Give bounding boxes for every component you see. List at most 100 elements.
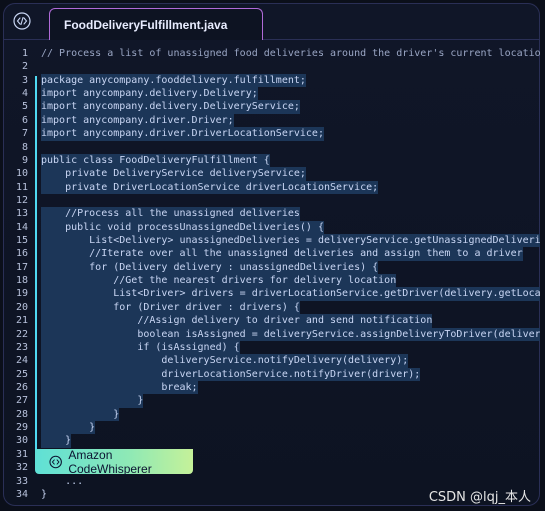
editor-window: FoodDeliveryFulfillment.java 1 // Process… — [3, 3, 540, 506]
code-text: //Process all the unassigned deliveries — [41, 207, 300, 221]
code-line: 2 — [3, 60, 540, 73]
code-line: 8 — [3, 141, 540, 154]
code-line: 9 public class FoodDeliveryFulfillment { — [3, 153, 540, 168]
code-text: } — [41, 434, 72, 448]
code-line: 10 private DeliveryService deliveryServi… — [3, 167, 540, 181]
line-number: 14 — [15, 221, 28, 233]
line-number: 34 — [15, 488, 28, 500]
code-text: // Process a list of unassigned food del… — [41, 48, 540, 59]
line-number: 6 — [21, 114, 28, 126]
line-number: 5 — [21, 101, 28, 113]
line-number: 29 — [15, 422, 28, 434]
code-text: deliveryService.notifyDelivery(delivery)… — [41, 354, 409, 368]
code-line: 15 List<Delivery> unassignedDeliveries =… — [3, 234, 540, 248]
code-line: 7 import anycompany.driver.DriverLocation… — [3, 127, 540, 141]
codewhisperer-label: Amazon CodeWhisperer — [68, 447, 152, 476]
code-text: List<Delivery> unassignedDeliveries = de… — [41, 234, 540, 248]
code-editor[interactable]: 1 // Process a list of unassigned food de… — [3, 47, 540, 501]
code-text: } — [41, 394, 144, 408]
code-text: for (Delivery delivery : unassignedDeliv… — [41, 260, 379, 275]
line-number: 24 — [15, 355, 28, 367]
line-number: 20 — [15, 301, 28, 313]
line-number: 19 — [15, 288, 28, 300]
line-number: 26 — [15, 381, 28, 393]
code-line: 27 } — [3, 394, 540, 408]
watermark-text: CSDN @lqj_本人 — [428, 490, 531, 505]
codewhisperer-icon — [49, 455, 62, 468]
code-line: 24 deliveryService.notifyDelivery(delive… — [3, 354, 540, 368]
code-text: import anycompany.driver.DriverLocationS… — [41, 127, 324, 141]
line-number: 27 — [15, 395, 28, 407]
code-line: 16 //Iterate over all the unassigned del… — [3, 247, 540, 261]
line-number: 15 — [15, 235, 28, 247]
code-bracket-icon[interactable] — [13, 12, 31, 30]
code-text: package anycompany.fooddelivery.fulfillm… — [41, 73, 306, 88]
line-number: 18 — [15, 275, 28, 287]
line-number: 17 — [15, 261, 28, 273]
code-text: import anycompany.delivery.DeliveryServi… — [41, 100, 300, 114]
line-number: 30 — [15, 435, 28, 447]
code-line: 29 } — [3, 421, 540, 435]
line-number: 9 — [21, 154, 28, 166]
code-text: } — [41, 421, 96, 435]
code-text: } — [41, 407, 120, 422]
code-line: 6 import anycompany.driver.Driver; — [3, 113, 540, 128]
code-text: if (isAssigned) { — [41, 340, 240, 355]
codewhisperer-badge[interactable]: Amazon CodeWhisperer — [35, 447, 193, 476]
code-line: 14 public void processUnassignedDeliveri… — [3, 220, 540, 235]
line-number: 2 — [21, 61, 28, 73]
code-text: public class FoodDeliveryFulfillment { — [41, 153, 270, 168]
code-line: 18 //Get the nearest drivers for deliver… — [3, 274, 540, 288]
line-number: 1 — [21, 48, 28, 59]
line-number: 12 — [15, 194, 28, 206]
code-text: List<Driver> drivers = driverLocationSer… — [41, 287, 540, 301]
code-line: 12 — [3, 194, 540, 207]
line-number: 16 — [15, 248, 28, 260]
line-number: 22 — [15, 328, 28, 340]
line-number: 7 — [21, 128, 28, 140]
code-text: private DriverLocationService driverLoca… — [41, 180, 379, 194]
code-line: 17 for (Delivery delivery : unassignedDe… — [3, 260, 540, 275]
code-line: 30 } — [3, 434, 540, 448]
code-text: private DeliveryService deliveryService; — [41, 167, 306, 181]
code-text: //Get the nearest drivers for delivery l… — [41, 274, 397, 288]
line-number: 23 — [15, 341, 28, 353]
code-line: 1 // Process a list of unassigned food de… — [3, 47, 540, 60]
code-line: 22 boolean isAssigned = deliveryService.… — [3, 327, 540, 341]
code-line: 21 //Assign delivery to driver and send … — [3, 314, 540, 328]
line-number: 33 — [15, 475, 28, 487]
line-number: 11 — [15, 181, 28, 193]
line-number: 28 — [15, 408, 28, 420]
code-text: ... — [41, 475, 84, 487]
tab-bar: FoodDeliveryFulfillment.java — [3, 3, 540, 40]
code-line: 11 private DriverLocationService driverL… — [3, 180, 540, 194]
code-text: public void processUnassignedDeliveries(… — [41, 220, 324, 235]
line-number: 4 — [21, 88, 28, 100]
code-text: } — [41, 488, 48, 500]
code-text: break; — [41, 380, 198, 395]
code-line: 28 } — [3, 407, 540, 422]
code-line: 23 if (isAssigned) { — [3, 340, 540, 355]
code-text: //Iterate over all the unassigned delive… — [41, 247, 523, 261]
code-text: import anycompany.driver.Driver; — [41, 113, 234, 128]
line-number: 25 — [15, 368, 28, 380]
code-line: 26 break; — [3, 380, 540, 395]
code-text: boolean isAssigned = deliveryService.ass… — [41, 327, 540, 341]
tab-filename: FoodDeliveryFulfillment.java — [64, 17, 228, 32]
line-number: 8 — [21, 141, 28, 153]
code-line: 13 //Process all the unassigned deliveri… — [3, 207, 540, 221]
code-line: 4 import anycompany.delivery.Delivery; — [3, 87, 540, 101]
selection-indicator — [35, 76, 37, 452]
code-line: 3 package anycompany.fooddelivery.fulfill… — [3, 73, 540, 88]
line-number: 3 — [21, 74, 28, 86]
code-text: import anycompany.delivery.Delivery; — [41, 87, 258, 101]
line-number: 13 — [15, 208, 28, 220]
tab-file[interactable]: FoodDeliveryFulfillment.java — [49, 8, 263, 40]
line-number: 32 — [15, 462, 28, 474]
code-text: driverLocationService.notifyDriver(drive… — [41, 367, 421, 381]
code-line: 25 driverLocationService.notifyDriver(dr… — [3, 367, 540, 381]
line-number: 21 — [15, 315, 28, 327]
code-text: //Assign delivery to driver and send not… — [41, 314, 433, 328]
code-text: for (Driver driver : drivers) { — [41, 300, 300, 315]
code-line: 20 for (Driver driver : drivers) { — [3, 300, 540, 315]
